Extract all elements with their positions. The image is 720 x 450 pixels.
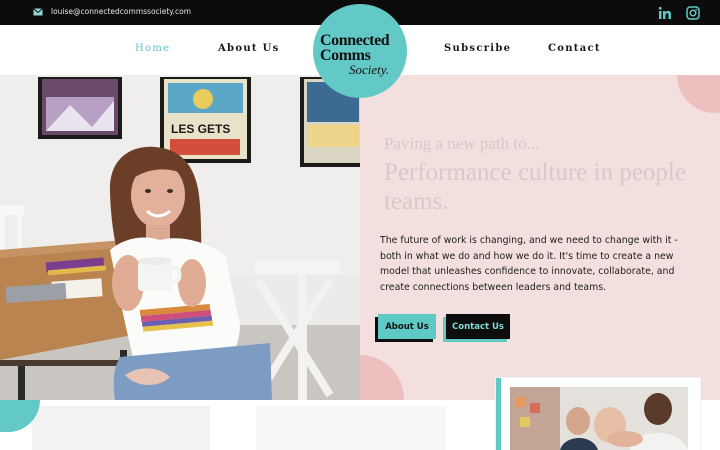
- hero-photo: LES GETS: [0, 75, 360, 400]
- instagram-icon[interactable]: [686, 5, 700, 20]
- logo-line-3: Society.: [349, 62, 390, 77]
- site-logo[interactable]: Connected Comms Society.: [313, 4, 407, 98]
- decorative-circle: [677, 75, 720, 113]
- poster-les-gets-text: LES GETS: [171, 122, 230, 136]
- social-links: [658, 5, 700, 20]
- nav-subscribe[interactable]: Subscribe: [444, 43, 511, 54]
- email-text: louise@connectedcommssociety.com: [51, 7, 192, 16]
- nav-contact[interactable]: Contact: [548, 43, 601, 54]
- faded-image: [256, 406, 446, 450]
- hero-paragraph: The future of work is changing, and we n…: [380, 235, 678, 293]
- decorative-half-circle: [360, 355, 404, 400]
- team-photo: [510, 387, 688, 450]
- hero-kicker: Paving a new path to...: [384, 134, 540, 153]
- nav-about-us[interactable]: About Us: [218, 43, 280, 54]
- hero-photo-illustration: LES GETS: [0, 75, 360, 400]
- contact-us-button[interactable]: Contact Us: [446, 314, 510, 339]
- team-photo-illustration: [510, 387, 688, 450]
- about-us-button[interactable]: About Us: [378, 314, 436, 339]
- email-link[interactable]: louise@connectedcommssociety.com: [33, 7, 191, 16]
- hero-headline: Performance culture in people teams.: [384, 159, 686, 215]
- mail-icon: [33, 7, 43, 15]
- faded-image: [32, 406, 210, 450]
- linkedin-icon[interactable]: [658, 5, 672, 19]
- hero-content: Paving a new path to... Performance cult…: [360, 75, 720, 400]
- nav-home[interactable]: Home: [135, 43, 170, 54]
